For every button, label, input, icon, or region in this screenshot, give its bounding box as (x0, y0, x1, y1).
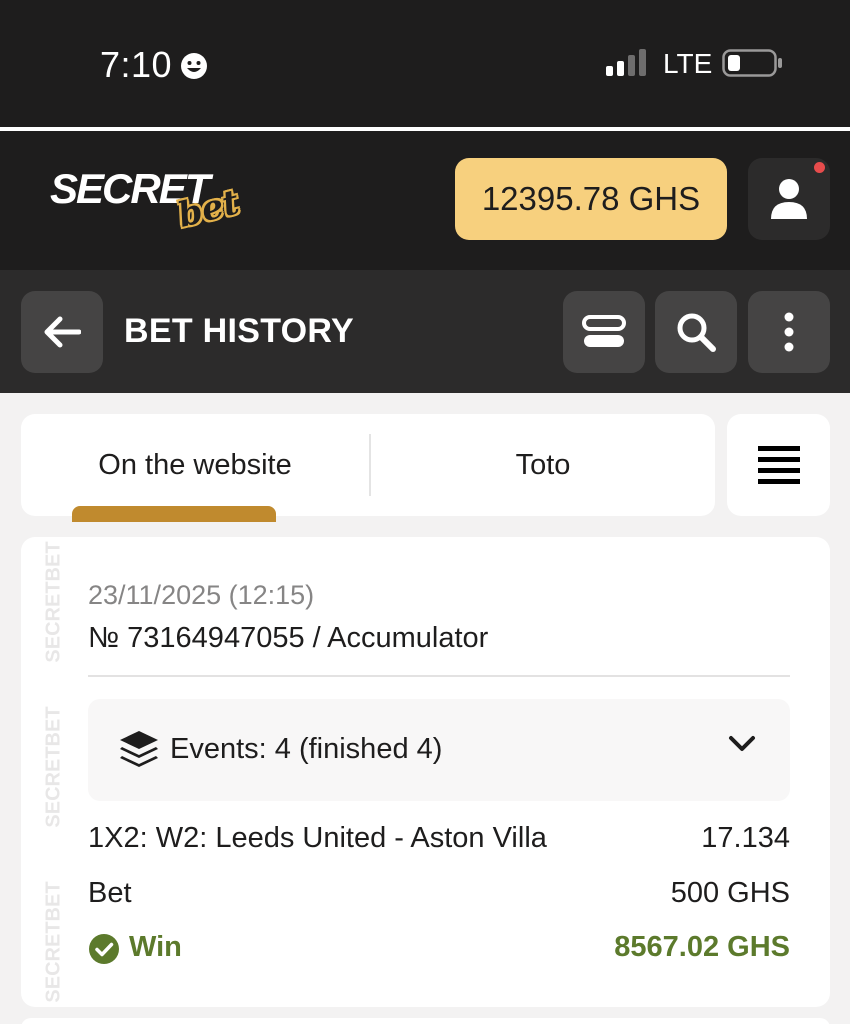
watermark: SECRETBET (42, 881, 65, 1003)
tab-on-the-website[interactable]: On the website (21, 414, 369, 516)
chevron-down-icon (729, 736, 755, 751)
tab-toto[interactable]: Toto (371, 414, 715, 516)
more-options-button[interactable] (748, 291, 830, 373)
result-status: Win (129, 931, 182, 963)
back-button[interactable] (21, 291, 103, 373)
layers-icon (120, 731, 158, 767)
balance-button[interactable]: 12395.78 GHS (455, 158, 727, 240)
notification-dot (814, 162, 825, 173)
hamburger-menu-icon (757, 446, 800, 484)
page-toolbar: BET HISTORY (0, 270, 850, 393)
stake-label: Bet (88, 877, 132, 909)
card-divider (88, 675, 790, 677)
odds-value: 17.134 (701, 822, 790, 854)
page-title: BET HISTORY (124, 312, 354, 350)
watermark: SECRETBET (42, 706, 65, 828)
check-circle-icon (89, 934, 119, 964)
stake-row: Bet 500 GHS (88, 877, 790, 917)
search-icon (677, 313, 716, 352)
user-icon (771, 179, 807, 219)
watermark: SECRETBET (42, 541, 65, 663)
secretbet-logo[interactable]: SECRET bet (50, 161, 243, 236)
status-bar: 7:10 LTE (0, 0, 850, 128)
win-amount: 8567.02 GHS (614, 931, 790, 963)
events-label: Events: 4 (finished 4) (170, 733, 443, 765)
next-bet-card[interactable] (21, 1018, 830, 1024)
events-dropdown[interactable]: Events: 4 (finished 4) (88, 699, 790, 801)
bet-card[interactable]: SECRETBET SECRETBET SECRETBET 23/11/2025… (21, 537, 830, 1007)
bet-date: 23/11/2025 (12:15) (88, 580, 315, 610)
signal-icon (606, 49, 646, 76)
market-row: 1X2: W2: Leeds United - Aston Villa 17.1… (88, 822, 790, 862)
bet-id: № 73164947055 / Accumulator (88, 622, 489, 654)
market-label: 1X2: W2: Leeds United - Aston Villa (88, 822, 547, 854)
history-tabs: On the website Toto (21, 414, 715, 516)
active-tab-indicator (72, 506, 276, 522)
stake-amount: 500 GHS (670, 877, 790, 909)
search-button[interactable] (655, 291, 737, 373)
battery-icon (722, 49, 782, 77)
layout-toggle-icon (582, 315, 626, 347)
list-menu-button[interactable] (727, 414, 830, 516)
view-toggle-button[interactable] (563, 291, 645, 373)
smiley-icon (181, 53, 207, 79)
app-header: SECRET bet 12395.78 GHS (0, 131, 850, 270)
status-time: 7:10 (100, 44, 173, 85)
arrow-left-icon (44, 316, 81, 348)
network-type: LTE (663, 48, 713, 79)
profile-button[interactable] (748, 158, 830, 240)
result-row: Win 8567.02 GHS (88, 931, 790, 971)
more-vertical-icon (784, 312, 794, 352)
